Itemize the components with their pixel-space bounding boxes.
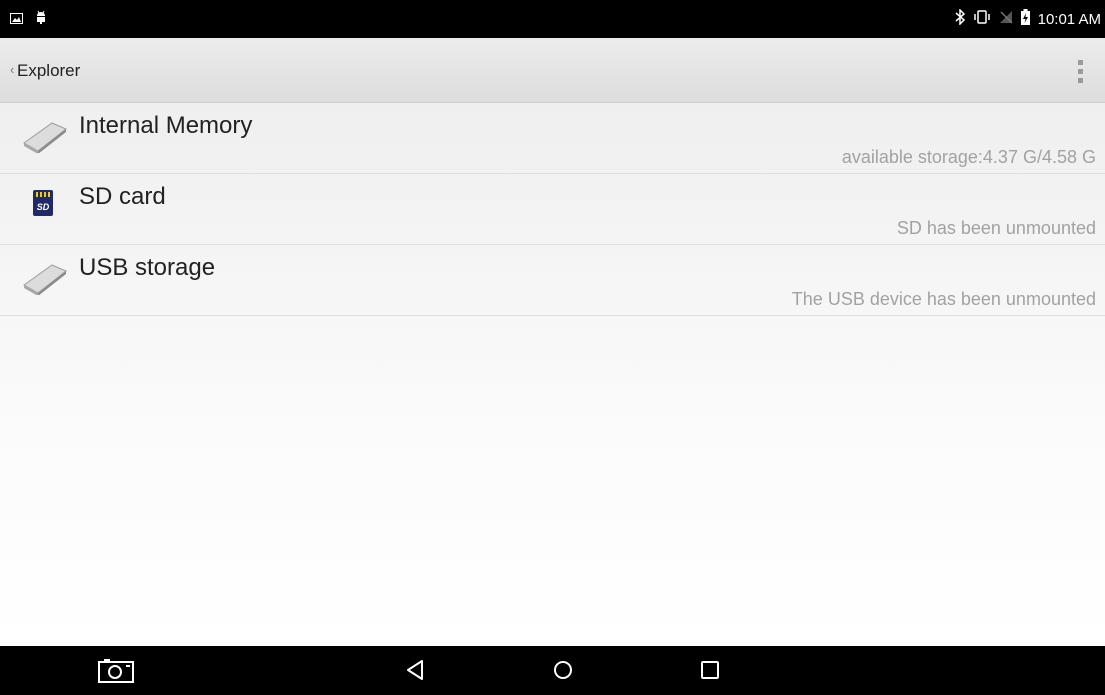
storage-list: Internal Memory available storage:4.37 G… bbox=[0, 103, 1105, 646]
battery-charging-icon bbox=[1020, 9, 1030, 30]
page-title[interactable]: Explorer bbox=[17, 61, 80, 81]
vibrate-icon bbox=[973, 10, 991, 29]
list-item-label: USB storage bbox=[79, 254, 216, 281]
back-chevron-icon[interactable]: ‹ bbox=[10, 63, 14, 76]
action-bar: ‹ Explorer bbox=[0, 38, 1105, 103]
list-item-detail: SD has been unmounted bbox=[896, 218, 1096, 238]
home-icon[interactable] bbox=[553, 660, 573, 685]
recents-icon[interactable] bbox=[701, 661, 719, 684]
sd-card-icon: SD bbox=[33, 190, 53, 221]
list-item-sd-card[interactable]: SD SD card SD has been unmounted bbox=[0, 174, 1105, 245]
status-bar: 10:01 AM bbox=[0, 0, 1105, 38]
drive-icon bbox=[22, 259, 68, 300]
list-item-internal-memory[interactable]: Internal Memory available storage:4.37 G… bbox=[0, 103, 1105, 174]
back-icon[interactable] bbox=[406, 660, 424, 685]
android-debug-icon bbox=[35, 10, 47, 29]
bluetooth-icon bbox=[955, 8, 965, 30]
overflow-menu-icon[interactable] bbox=[1077, 58, 1085, 86]
list-item-detail: The USB device has been unmounted bbox=[791, 289, 1096, 309]
screenshot-icon[interactable] bbox=[98, 659, 134, 688]
status-time: 10:01 AM bbox=[1037, 11, 1101, 28]
navigation-bar bbox=[0, 646, 1105, 695]
gallery-notification-icon bbox=[10, 11, 23, 29]
list-item-label: SD card bbox=[79, 183, 166, 210]
list-item-usb-storage[interactable]: USB storage The USB device has been unmo… bbox=[0, 245, 1105, 316]
sd-card-icon-text: SD bbox=[37, 202, 50, 212]
list-item-label: Internal Memory bbox=[79, 112, 253, 139]
no-signal-icon bbox=[999, 10, 1013, 29]
drive-icon bbox=[22, 117, 68, 158]
list-item-detail: available storage:4.37 G/4.58 G bbox=[841, 147, 1096, 167]
